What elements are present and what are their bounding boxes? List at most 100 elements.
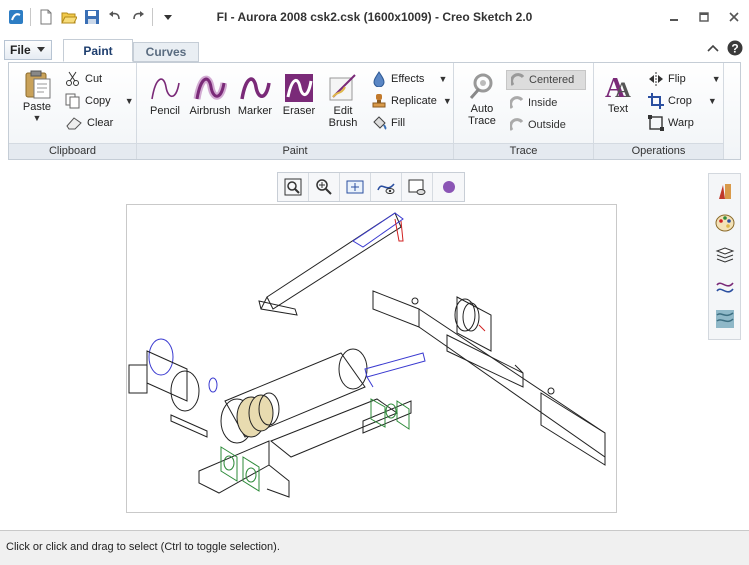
pencil-label: Pencil — [150, 105, 180, 117]
operations-group: AA Text Flip ▼ Crop ▼ Warp Operations — [594, 63, 724, 159]
effects-label: Effects — [391, 73, 425, 85]
flip-label: Flip — [668, 73, 686, 85]
eraser-clear-icon — [66, 117, 82, 130]
airbrush-button[interactable]: Airbrush — [187, 73, 233, 117]
file-menu-button[interactable]: File — [4, 40, 52, 60]
tab-label: Curves — [145, 45, 187, 59]
cut-button[interactable]: Cut — [65, 69, 102, 89]
chevron-down-icon[interactable]: ▼ — [443, 96, 452, 106]
chevron-down-icon[interactable]: ▼ — [33, 113, 42, 123]
crop-button[interactable]: Crop ▼ — [648, 91, 717, 111]
paint-bucket-icon — [373, 116, 387, 130]
airbrush-label: Airbrush — [189, 105, 231, 117]
svg-text:A: A — [615, 77, 631, 101]
title-bar: FI - Aurora 2008 csk2.csk (1600x1009) - … — [0, 0, 749, 36]
auto-trace-button[interactable]: Auto Trace — [462, 71, 502, 127]
collapse-ribbon-icon[interactable] — [707, 43, 719, 53]
status-bar: Click or click and drag to select (Ctrl … — [0, 530, 749, 565]
outside-label: Outside — [528, 119, 566, 131]
tab-label: Paint — [83, 43, 113, 58]
background-icon[interactable] — [402, 173, 433, 201]
palette-icon[interactable] — [712, 210, 738, 236]
marker-icon — [240, 77, 271, 100]
window-title: FI - Aurora 2008 csk2.csk (1600x1009) - … — [216, 10, 533, 24]
help-icon[interactable]: ? — [727, 40, 743, 56]
color-dot-icon[interactable] — [433, 173, 464, 201]
text-label: Text — [607, 103, 629, 115]
tab-paint[interactable]: Paint — [63, 39, 133, 62]
copy-button[interactable]: Copy ▼ — [65, 91, 134, 111]
flip-button[interactable]: Flip ▼ — [648, 69, 721, 89]
cut-icon — [66, 71, 79, 86]
centered-option[interactable]: Centered — [506, 70, 586, 90]
text-button[interactable]: AA Text — [600, 71, 636, 115]
copy-icon — [65, 93, 80, 109]
tab-curves[interactable]: Curves — [133, 42, 199, 62]
trace-outside-icon — [510, 118, 524, 131]
marker-button[interactable]: Marker — [235, 73, 275, 117]
eraser-button[interactable]: Eraser — [279, 73, 319, 117]
copy-label: Copy — [85, 95, 111, 107]
clear-button[interactable]: Clear — [65, 113, 113, 133]
curves-panel-icon[interactable] — [712, 274, 738, 300]
textures-icon[interactable] — [712, 306, 738, 332]
ribbon-controls: ? — [707, 40, 743, 56]
pencil-icon — [151, 78, 180, 100]
zoom-fit-icon[interactable] — [278, 173, 309, 201]
eraser-label: Eraser — [282, 105, 316, 117]
paint-group: Pencil Airbrush Marker Eraser Edit Brush… — [137, 63, 454, 159]
close-icon[interactable] — [719, 6, 749, 28]
fill-label: Fill — [391, 117, 406, 129]
edit-brush-button[interactable]: Edit Brush — [323, 73, 363, 129]
right-sidebar — [708, 173, 741, 340]
brushes-icon[interactable] — [712, 178, 738, 204]
text-icon: AA — [605, 73, 631, 101]
edit-brush-label-1: Edit — [333, 105, 353, 117]
auto-trace-label-1: Auto — [470, 103, 494, 115]
cut-label: Cut — [85, 73, 103, 85]
group-label: Paint — [137, 143, 453, 159]
status-text: Click or click and drag to select (Ctrl … — [6, 541, 280, 553]
clipboard-group: Paste ▼ Cut Copy ▼ Clear Clipboard — [9, 63, 137, 159]
inside-label: Inside — [528, 97, 558, 109]
outside-option[interactable]: Outside — [510, 115, 566, 135]
maximize-icon[interactable] — [689, 6, 719, 28]
replicate-button[interactable]: Replicate ▼ — [371, 91, 452, 111]
trace-centered-icon — [511, 73, 525, 86]
fill-button[interactable]: Fill — [371, 113, 405, 133]
chevron-down-icon[interactable]: ▼ — [438, 74, 447, 84]
curve-visibility-icon[interactable] — [371, 173, 402, 201]
clear-label: Clear — [87, 117, 114, 129]
pan-view-icon[interactable] — [340, 173, 371, 201]
group-label: Operations — [594, 143, 723, 159]
crop-label: Crop — [668, 95, 692, 107]
marker-label: Marker — [237, 105, 273, 117]
warp-label: Warp — [668, 117, 694, 129]
zoom-in-icon[interactable] — [309, 173, 340, 201]
inside-option[interactable]: Inside — [510, 93, 557, 113]
water-drop-icon — [373, 71, 385, 87]
mechanical-sketch-image — [128, 212, 606, 498]
chevron-down-icon[interactable]: ▼ — [708, 96, 717, 106]
edit-brush-icon — [329, 74, 356, 101]
group-label: Clipboard — [9, 143, 136, 159]
auto-trace-label-2: Trace — [468, 115, 496, 127]
paste-button[interactable]: Paste ▼ — [19, 69, 55, 123]
chevron-down-icon[interactable]: ▼ — [712, 74, 721, 84]
minimize-icon[interactable] — [659, 6, 689, 28]
chevron-down-icon — [36, 47, 45, 52]
centered-label: Centered — [529, 74, 575, 86]
paste-label: Paste — [22, 101, 52, 113]
pencil-button[interactable]: Pencil — [145, 73, 185, 117]
layers-icon[interactable] — [712, 242, 738, 268]
sketch-canvas[interactable] — [126, 204, 617, 513]
trace-inside-icon — [510, 96, 524, 109]
eraser-icon — [285, 74, 313, 102]
file-menu-label: File — [10, 43, 31, 57]
chevron-down-icon[interactable]: ▼ — [125, 96, 134, 106]
edit-brush-label-2: Brush — [328, 117, 358, 129]
warp-button[interactable]: Warp — [648, 113, 694, 133]
flip-icon — [649, 72, 663, 86]
effects-button[interactable]: Effects ▼ — [371, 69, 447, 89]
crop-icon — [648, 93, 664, 109]
